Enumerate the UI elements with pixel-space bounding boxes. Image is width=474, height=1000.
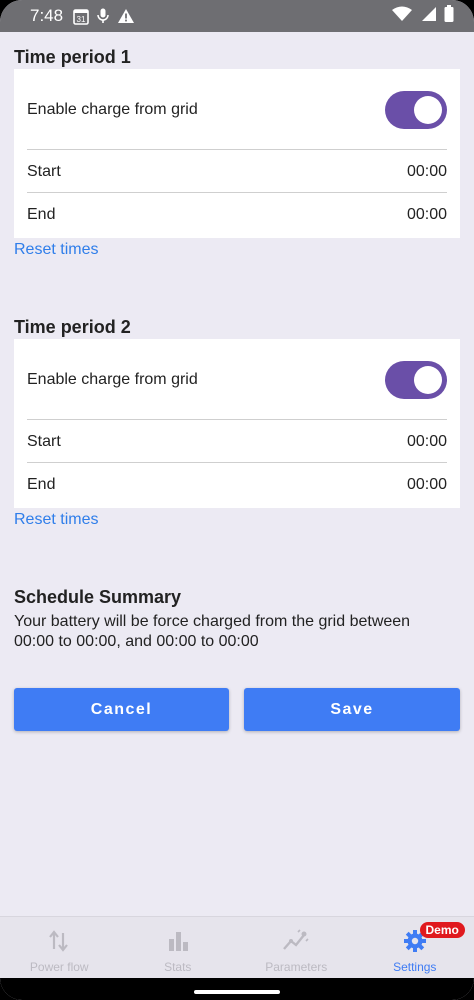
period-1-enable-toggle[interactable] xyxy=(385,91,447,129)
period-1-start-label: Start xyxy=(27,163,61,180)
save-button[interactable]: Save xyxy=(244,688,460,731)
period-2-enable-row: Enable charge from grid xyxy=(27,371,447,389)
mic-icon xyxy=(97,8,109,24)
gesture-bar xyxy=(0,978,474,1000)
screen: 7:48 31 Time period 1 Enable charge from… xyxy=(0,0,474,1000)
period-1-reset-link[interactable]: Reset times xyxy=(14,241,98,259)
period-2-card: Enable charge from grid Start 00:00 End … xyxy=(14,339,460,508)
period-2-end-row[interactable]: End 00:00 xyxy=(27,476,447,494)
summary-text: Your battery will be force charged from … xyxy=(14,613,411,650)
calendar-day: 31 xyxy=(77,15,86,24)
nav-settings[interactable]: Settings Demo xyxy=(356,917,474,978)
period-2-title: Time period 2 xyxy=(14,317,131,337)
status-right xyxy=(392,5,454,27)
period-1-start-value: 00:00 xyxy=(406,163,447,180)
summary-title: Schedule Summary xyxy=(14,587,182,607)
toggle-knob xyxy=(414,96,442,124)
period-2-enable-label: Enable charge from grid xyxy=(27,371,198,388)
period-2-end-value: 00:00 xyxy=(406,476,447,493)
nav-label: Power flow xyxy=(29,960,89,974)
nav-label: Stats xyxy=(164,960,192,974)
nav-stats[interactable]: Stats xyxy=(119,917,238,978)
period-1-start-row[interactable]: Start 00:00 xyxy=(27,163,447,181)
signal-icon xyxy=(420,6,436,27)
divider xyxy=(27,192,447,193)
status-bar: 7:48 31 xyxy=(0,0,474,32)
parameters-icon xyxy=(282,929,310,956)
calendar-icon: 31 xyxy=(73,8,89,25)
bottom-nav: Power flow Stats Parameters Settings Dem… xyxy=(0,916,474,978)
period-1-enable-row: Enable charge from grid xyxy=(27,101,447,119)
power-flow-icon xyxy=(48,929,70,956)
battery-icon xyxy=(444,5,454,27)
divider xyxy=(27,419,447,420)
divider xyxy=(27,462,447,463)
warning-icon xyxy=(117,8,135,24)
wifi-icon xyxy=(392,6,412,27)
demo-badge: Demo xyxy=(419,922,465,938)
period-1-card: Enable charge from grid Start 00:00 End … xyxy=(14,69,460,238)
period-2-enable-toggle[interactable] xyxy=(385,361,447,399)
nav-label: Parameters xyxy=(265,960,328,974)
period-2-start-label: Start xyxy=(27,433,61,450)
stats-icon xyxy=(167,929,189,956)
period-2-end-label: End xyxy=(27,476,56,493)
toggle-knob xyxy=(414,366,442,394)
nav-label: Settings xyxy=(393,960,437,974)
status-time: 7:48 xyxy=(30,6,64,25)
period-1-enable-label: Enable charge from grid xyxy=(27,101,198,118)
period-2-start-row[interactable]: Start 00:00 xyxy=(27,433,447,451)
divider xyxy=(27,149,447,150)
nav-parameters[interactable]: Parameters xyxy=(237,917,356,978)
home-indicator[interactable] xyxy=(194,990,280,994)
period-1-title: Time period 1 xyxy=(14,47,131,67)
cancel-button[interactable]: Cancel xyxy=(14,688,229,731)
period-1-end-label: End xyxy=(27,206,56,223)
period-1-end-row[interactable]: End 00:00 xyxy=(27,206,447,224)
period-1-end-value: 00:00 xyxy=(406,206,447,223)
period-2-reset-link[interactable]: Reset times xyxy=(14,511,98,529)
period-2-start-value: 00:00 xyxy=(406,433,447,450)
nav-power-flow[interactable]: Power flow xyxy=(0,917,119,978)
